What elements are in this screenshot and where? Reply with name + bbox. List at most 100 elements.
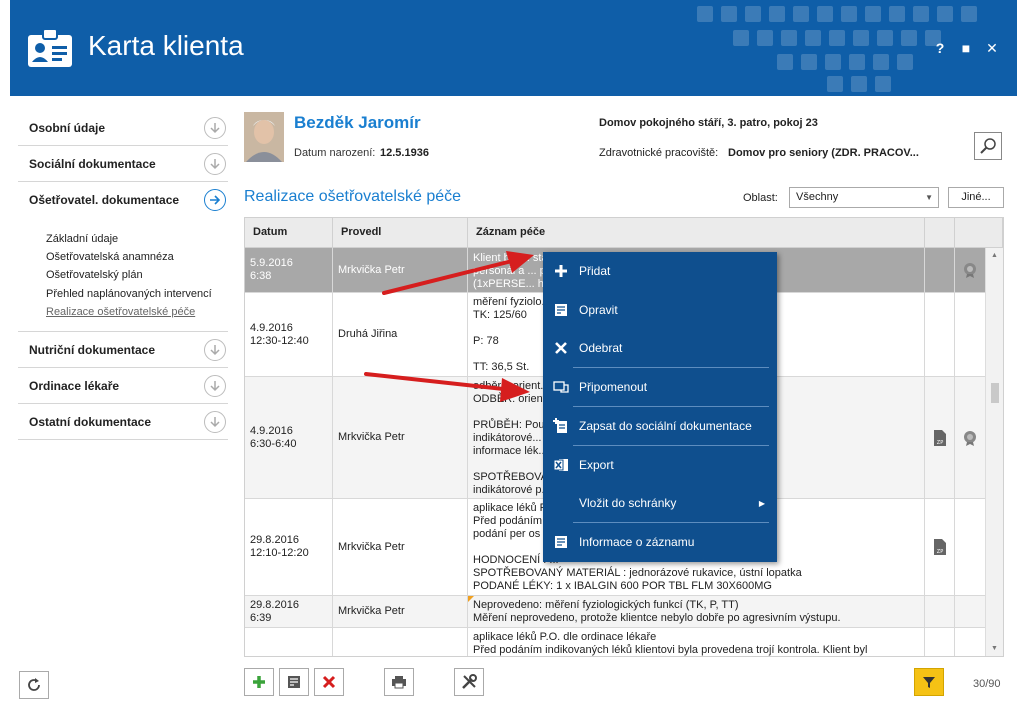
row-date: 5.9.2016 (250, 257, 293, 269)
scroll-down-icon[interactable]: ▼ (991, 645, 998, 652)
chevron-down-icon[interactable] (204, 152, 226, 175)
search-button[interactable] (974, 132, 1002, 160)
table-scrollbar[interactable]: ▲ ▼ (985, 248, 1003, 656)
dob-value: 12.5.1936 (380, 147, 429, 159)
oblast-select[interactable]: Všechny ▼ (789, 187, 939, 208)
chevron-down-icon[interactable] (204, 410, 226, 433)
arrow-right-icon[interactable] (204, 189, 226, 211)
sidebar-section-socialni-dokumentace[interactable]: Sociální dokumentace (18, 146, 228, 182)
menu-item-label: Informace o záznamu (579, 535, 695, 549)
sidebar-section-label: Sociální dokumentace (29, 156, 156, 171)
patient-photo (244, 112, 284, 162)
row-time: 12:10-12:20 (250, 547, 309, 559)
menu-item-label: Odebrat (579, 341, 623, 355)
row-date: 29.8.2016 (250, 598, 299, 611)
other-button[interactable]: Jiné... (948, 187, 1004, 208)
row-record-line: aplikace léků P.O. dle ordinace lékaře (473, 631, 657, 643)
menu-item-label: Přidat (579, 264, 611, 278)
row-time: 6:39 (250, 611, 272, 624)
menu-item-pridat[interactable]: Přidat (543, 253, 777, 289)
row-date: 4.9.2016 (250, 424, 293, 437)
menu-item-label: Export (579, 458, 614, 472)
delete-button[interactable] (314, 668, 344, 696)
sidebar-section-label: Ostatní dokumentace (29, 414, 152, 429)
maximize-button[interactable]: ■ (959, 40, 973, 57)
menu-item-label: Opravit (579, 303, 618, 317)
close-button[interactable]: ✕ (985, 40, 999, 57)
row-record-line: SPOTŘEBOVANÝ MATERIÁL : jednorázové ruka… (473, 567, 802, 579)
submenu-arrow-icon: ▶ (758, 498, 765, 508)
search-icon (980, 138, 996, 154)
sidebar-section-label: Nutriční dokumentace (29, 342, 156, 357)
menu-item-vlozit-do-schranky[interactable]: Vložit do schránky ▶ (543, 485, 777, 521)
context-menu: Přidat Opravit Odebrat Připomenout Zapsa… (543, 252, 777, 562)
sidebar-section-ordinace-lekare[interactable]: Ordinace lékaře (18, 368, 228, 405)
refresh-icon (28, 678, 40, 691)
scrollbar-thumb[interactable] (991, 383, 999, 403)
red-annotation-arrow (382, 251, 534, 295)
menu-item-zapsat-do-socialni-dokumentace[interactable]: Zapsat do sociální dokumentace (543, 408, 777, 444)
menu-separator (573, 406, 769, 407)
section-title: Realizace ošetřovatelské péče (244, 188, 462, 205)
sidebar-section-osetrovatel-dokumentace[interactable]: Ošetřovatel. dokumentace (18, 182, 228, 218)
row-record-line: Před podáním indikovaných léků klientovi… (473, 644, 868, 656)
sidebar-section-osobni-udaje[interactable]: Osobní údaje (18, 110, 228, 146)
menu-item-export[interactable]: Export (543, 447, 777, 483)
client-card-icon (28, 28, 72, 67)
help-button[interactable]: ? (933, 40, 947, 57)
refresh-button[interactable] (19, 671, 49, 699)
edit-button[interactable] (279, 668, 309, 696)
menu-item-pripomenout[interactable]: Připomenout (543, 369, 777, 405)
tools-button[interactable] (454, 668, 484, 696)
delete-x-icon (322, 675, 336, 689)
print-button[interactable] (384, 668, 414, 696)
add-to-documentation-icon (553, 418, 567, 433)
scroll-up-icon[interactable]: ▲ (991, 252, 998, 259)
sidebar-section-ostatni-dokumentace[interactable]: Ostatní dokumentace (18, 404, 228, 441)
menu-item-odebrat[interactable]: Odebrat (543, 330, 777, 366)
reminder-icon (553, 381, 569, 393)
chevron-down-icon[interactable] (204, 338, 226, 361)
filter-icon (923, 677, 935, 688)
zp-document-icon: ZP (933, 429, 946, 446)
chevron-down-icon[interactable] (204, 374, 226, 397)
filter-button[interactable] (914, 668, 944, 696)
oblast-label: Oblast: (743, 192, 778, 204)
row-record-line: PODANÉ LÉKY: 1 x IBALGIN 600 POR TBL FLM… (473, 580, 772, 592)
edit-document-icon (288, 676, 300, 688)
dob-label: Datum narození: (294, 147, 376, 159)
sidebar: Osobní údaje Sociální dokumentace Ošetřo… (18, 110, 228, 441)
patient-name: Bezděk Jaromír (294, 113, 421, 132)
menu-separator (573, 522, 769, 523)
row-time: 6:30-6:40 (250, 437, 297, 450)
corner-marker-icon (468, 596, 474, 602)
table-row[interactable]: aplikace léků P.O. dle ordinace lékaře P… (245, 628, 986, 656)
row-date: 4.9.2016 (250, 321, 293, 334)
sidebar-section-label: Osobní údaje (29, 120, 106, 135)
column-header-record[interactable]: Záznam péče (468, 218, 925, 248)
sidebar-item-prehled-intervenci[interactable]: Přehled naplánovaných intervencí (46, 285, 228, 303)
sidebar-item-osetrovatelsky-plan[interactable]: Ošetřovatelský plán (46, 266, 228, 284)
table-row[interactable]: 29.8.2016 6:39 Mrkvička Petr Neprovedeno:… (245, 596, 986, 628)
row-record-line: Měření neprovedeno, protože klientce neb… (473, 612, 841, 624)
sidebar-item-zakladni-udaje[interactable]: Základní údaje (46, 230, 228, 248)
svg-text:ZP: ZP (936, 440, 942, 446)
print-icon (392, 676, 406, 689)
sidebar-item-osetrovatelska-anamneza[interactable]: Ošetřovatelská anamnéza (46, 248, 228, 266)
title-bar: Karta klienta ? ■ ✕ (10, 0, 1017, 96)
column-header-date[interactable]: Datum (245, 218, 333, 248)
excel-icon (553, 459, 568, 471)
row-time: 12:30-12:40 (250, 334, 309, 347)
header-pattern (697, 6, 977, 92)
menu-item-opravit[interactable]: Opravit (543, 292, 777, 328)
menu-item-informace-o-zaznamu[interactable]: Informace o záznamu (543, 524, 777, 560)
add-button[interactable] (244, 668, 274, 696)
row-performed-by: Mrkvička Petr (338, 431, 405, 443)
menu-item-label: Připomenout (579, 380, 648, 394)
row-performed-by: Mrkvička Petr (338, 540, 405, 553)
sidebar-section-nutricni-dokumentace[interactable]: Nutriční dokumentace (18, 332, 228, 369)
sidebar-item-realizace-pece[interactable]: Realizace ošetřovatelské péče (46, 303, 228, 321)
chevron-down-icon[interactable] (204, 116, 226, 139)
column-header-performed-by[interactable]: Provedl (333, 218, 468, 248)
badge-icon (964, 430, 976, 446)
